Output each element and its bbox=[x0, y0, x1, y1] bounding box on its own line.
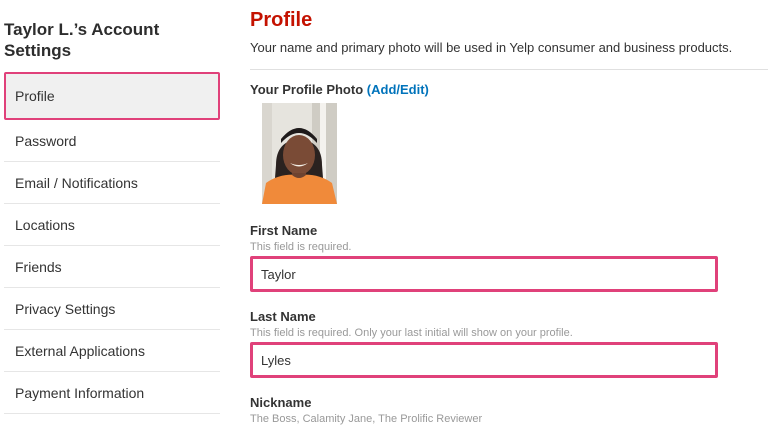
last-name-field[interactable]: Lyles bbox=[250, 342, 718, 378]
settings-nav: Profile Password Email / Notifications L… bbox=[4, 72, 220, 414]
nickname-label: Nickname bbox=[250, 395, 312, 410]
last-name-label: Last Name bbox=[250, 309, 316, 324]
sidebar-item-privacy-settings[interactable]: Privacy Settings bbox=[4, 288, 220, 330]
first-name-help: This field is required. bbox=[250, 241, 352, 253]
sidebar-item-profile[interactable]: Profile bbox=[4, 72, 220, 120]
profile-panel: Profile Your name and primary photo will… bbox=[250, 0, 768, 427]
divider bbox=[250, 69, 768, 70]
profile-photo-label-text: Your Profile Photo bbox=[250, 82, 364, 97]
profile-photo[interactable] bbox=[262, 103, 337, 204]
first-name-field[interactable]: Taylor bbox=[250, 256, 718, 292]
sidebar: Taylor L.’s Account Settings Profile Pas… bbox=[0, 0, 228, 427]
profile-photo-image bbox=[262, 103, 337, 204]
last-name-help: This field is required. Only your last i… bbox=[250, 327, 573, 339]
sidebar-item-payment-information[interactable]: Payment Information bbox=[4, 372, 220, 414]
first-name-label: First Name bbox=[250, 223, 318, 238]
page-description: Your name and primary photo will be used… bbox=[250, 40, 733, 55]
nickname-placeholder: The Boss, Calamity Jane, The Prolific Re… bbox=[250, 413, 483, 425]
sidebar-item-friends[interactable]: Friends bbox=[4, 246, 220, 288]
page-title: Profile bbox=[250, 9, 313, 31]
sidebar-item-email-notifications[interactable]: Email / Notifications bbox=[4, 162, 220, 204]
sidebar-item-password[interactable]: Password bbox=[4, 120, 220, 162]
sidebar-item-external-applications[interactable]: External Applications bbox=[4, 330, 220, 372]
sidebar-item-locations[interactable]: Locations bbox=[4, 204, 220, 246]
account-settings-title: Taylor L.’s Account Settings bbox=[4, 20, 160, 60]
profile-photo-label: Your Profile Photo (Add/Edit) bbox=[250, 82, 429, 97]
add-edit-photo-link[interactable]: (Add/Edit) bbox=[367, 82, 429, 97]
